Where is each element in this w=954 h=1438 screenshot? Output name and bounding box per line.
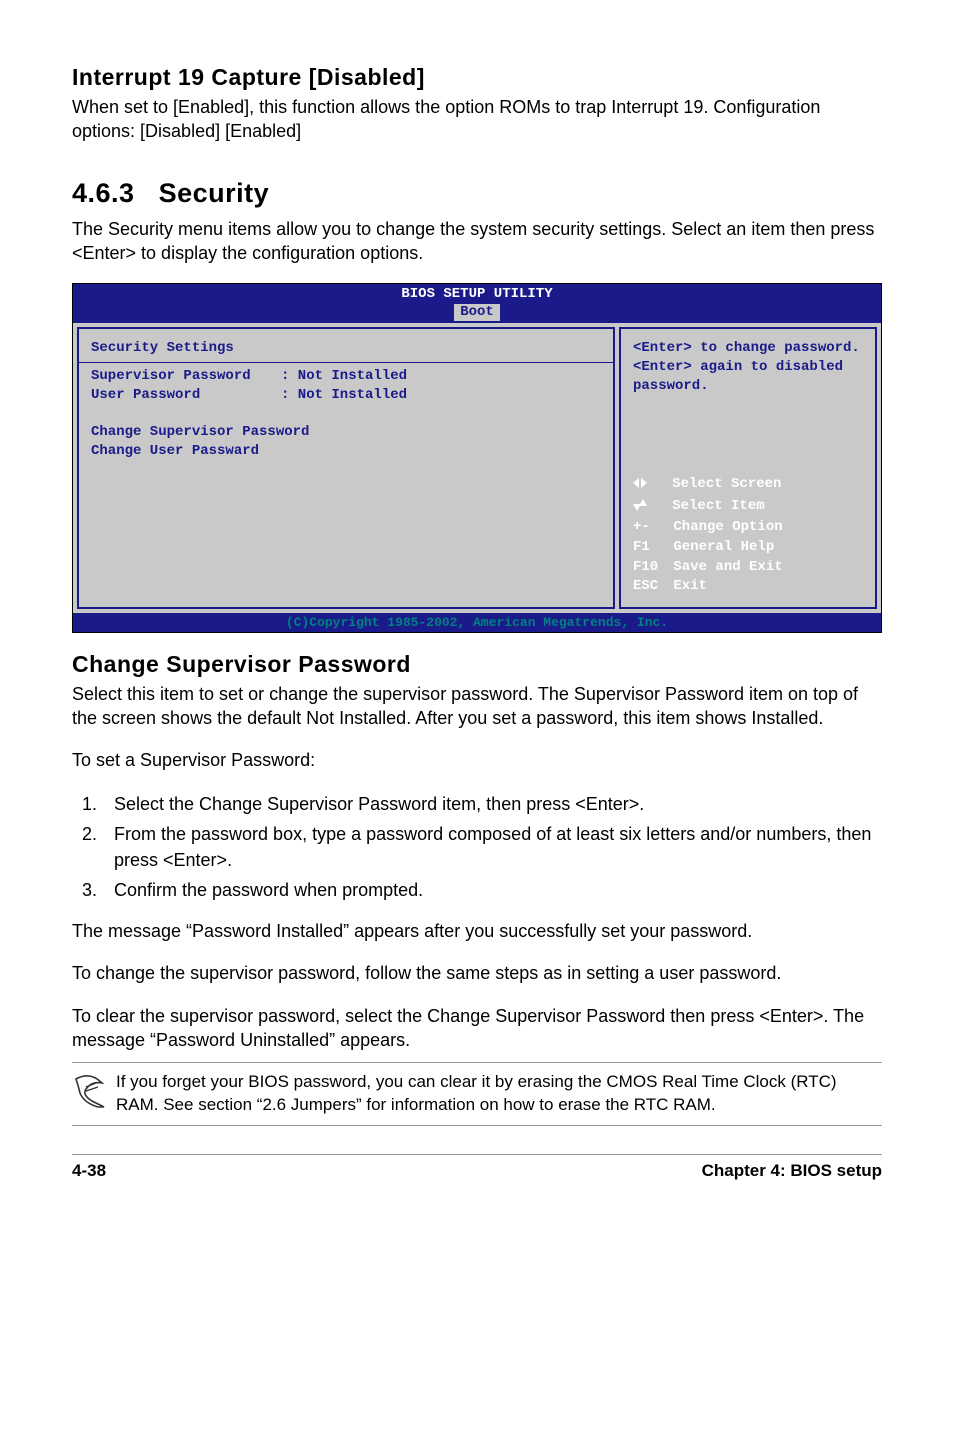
note-text: If you forget your BIOS password, you ca… — [116, 1071, 882, 1117]
bios-key-row: Select Item — [633, 498, 765, 514]
bios-left-heading: Security Settings — [91, 340, 234, 356]
bios-row-supervisor: Supervisor Password: Not Installed — [91, 368, 407, 384]
security-heading: 4.6.3 Security — [72, 178, 882, 209]
bios-copyright: (C)Copyright 1985-2002, American Megatre… — [73, 613, 881, 632]
step-item: Confirm the password when prompted. — [102, 877, 882, 903]
bios-action-change-supervisor: Change Supervisor Password — [91, 424, 309, 440]
bios-key-row: Select Screen — [633, 476, 781, 492]
bios-key-row: F10 Save and Exit — [633, 559, 783, 575]
interrupt-title: Interrupt 19 Capture [Disabled] — [72, 64, 882, 91]
interrupt-body: When set to [Enabled], this function all… — [72, 95, 882, 144]
bios-help-text: <Enter> to change password. <Enter> agai… — [633, 339, 863, 396]
change-supervisor-title: Change Supervisor Password — [72, 651, 882, 678]
footer-chapter: Chapter 4: BIOS setup — [702, 1161, 882, 1181]
bios-key-row: +- Change Option — [633, 519, 783, 535]
step-item: Select the Change Supervisor Password it… — [102, 791, 882, 817]
arrow-lr-icon — [633, 477, 647, 497]
note-block: If you forget your BIOS password, you ca… — [72, 1062, 882, 1126]
change-supervisor-p5: To clear the supervisor password, select… — [72, 1004, 882, 1053]
change-supervisor-p3: The message “Password Installed” appears… — [72, 919, 882, 943]
bios-right-pane: <Enter> to change password. <Enter> agai… — [619, 327, 877, 609]
security-intro: The Security menu items allow you to cha… — [72, 217, 882, 266]
change-supervisor-p2: To set a Supervisor Password: — [72, 748, 882, 772]
change-supervisor-p1: Select this item to set or change the su… — [72, 682, 882, 731]
bios-header: BIOS SETUP UTILITY Boot — [73, 284, 881, 323]
security-title: Security — [159, 178, 270, 208]
note-icon — [72, 1071, 116, 1116]
page-footer: 4-38 Chapter 4: BIOS setup — [72, 1154, 882, 1181]
footer-page-number: 4-38 — [72, 1161, 106, 1181]
bios-tab-boot: Boot — [454, 304, 500, 321]
bios-key-list: Select Screen Select Item +- Change Opti… — [633, 475, 863, 597]
bios-header-title: BIOS SETUP UTILITY — [73, 286, 881, 303]
change-supervisor-p4: To change the supervisor password, follo… — [72, 961, 882, 985]
arrow-ud-icon — [633, 499, 647, 519]
bios-left-pane: Security Settings Supervisor Password: N… — [77, 327, 615, 609]
security-number: 4.6.3 — [72, 178, 135, 208]
bios-screenshot: BIOS SETUP UTILITY Boot Security Setting… — [72, 283, 882, 633]
step-item: From the password box, type a password c… — [102, 821, 882, 873]
bios-key-row: F1 General Help — [633, 539, 774, 555]
bios-row-user: User Password: Not Installed — [91, 387, 407, 403]
bios-action-change-user: Change User Passward — [91, 443, 259, 459]
steps-list: Select the Change Supervisor Password it… — [72, 791, 882, 903]
bios-key-row: ESC Exit — [633, 578, 707, 594]
